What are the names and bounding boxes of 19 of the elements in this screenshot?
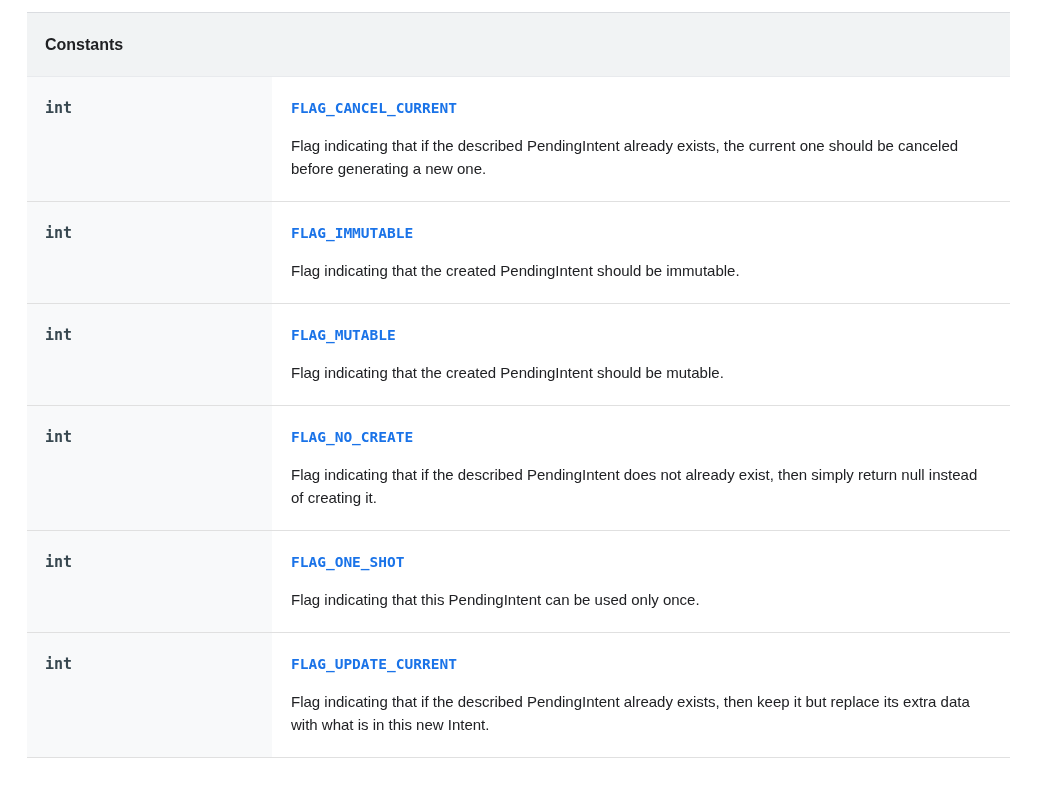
type-cell: int xyxy=(27,531,272,632)
type-cell: int xyxy=(27,304,272,405)
constant-link[interactable]: FLAG_UPDATE_CURRENT xyxy=(291,656,457,672)
type-cell: int xyxy=(27,202,272,303)
constant-link[interactable]: FLAG_IMMUTABLE xyxy=(291,225,414,241)
type-cell: int xyxy=(27,77,272,201)
constant-link[interactable]: FLAG_ONE_SHOT xyxy=(291,554,405,570)
constant-description: Flag indicating that this PendingIntent can be used only once. xyxy=(291,590,701,610)
constant-link[interactable]: FLAG_NO_CREATE xyxy=(291,429,414,445)
constant-description: Flag indicating that the created PendingIntent should be mutable. xyxy=(291,363,725,383)
constant-description: Flag indicating that the created PendingIntent should be immutable. xyxy=(291,261,741,281)
table-heading: Constants xyxy=(45,34,124,55)
constant-description: Flag indicating that if the described PendingIntent does not already exist, then simply return null instead of creating it. xyxy=(291,465,979,508)
constant-link[interactable]: FLAG_MUTABLE xyxy=(291,327,396,343)
constant-link[interactable]: FLAG_CANCEL_CURRENT xyxy=(291,100,457,116)
constant-description: Flag indicating that if the described PendingIntent already exists, then keep it but replace its extra data with what is in this new Intent. xyxy=(291,692,971,735)
type-cell: int xyxy=(27,633,272,757)
type-cell: int xyxy=(27,406,272,530)
constant-description: Flag indicating that if the described PendingIntent already exists, the current one should be canceled before generating a new one. xyxy=(291,136,960,179)
